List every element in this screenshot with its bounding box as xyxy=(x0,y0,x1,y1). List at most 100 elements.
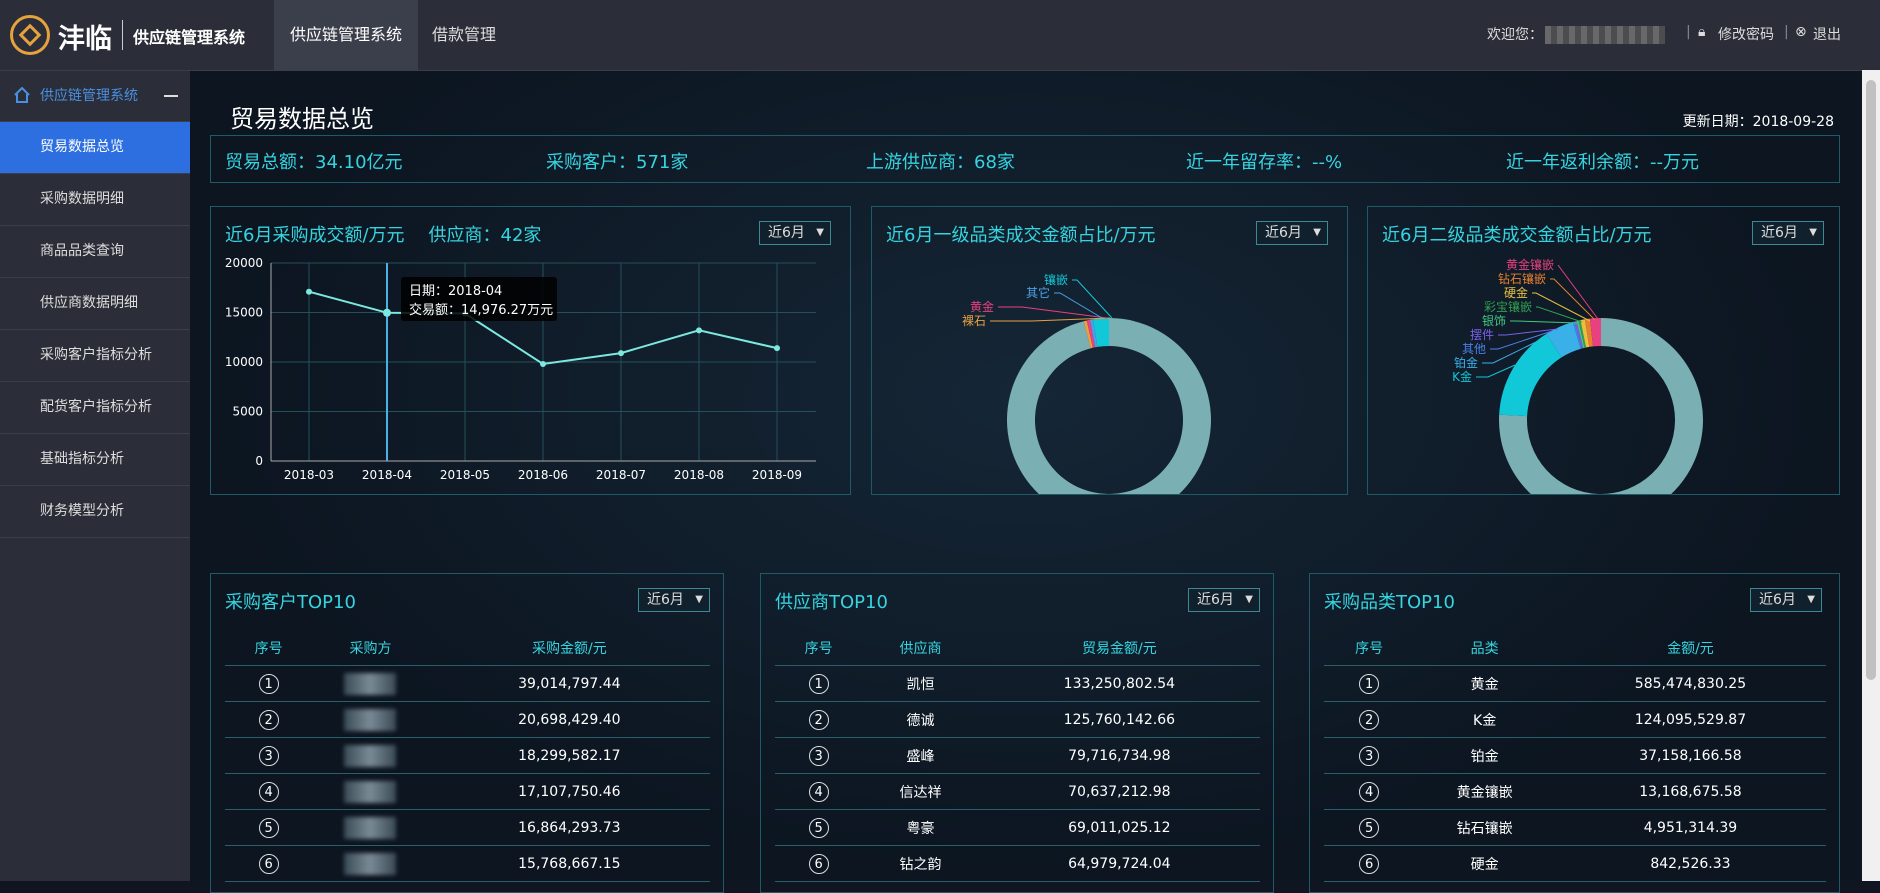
table-row[interactable]: 3 18,299,582.17 xyxy=(225,737,710,774)
table-cell: 5 xyxy=(1324,809,1415,846)
pie-label: 镶嵌 xyxy=(1044,272,1068,287)
table-cell: 2 xyxy=(225,701,313,738)
redacted-name xyxy=(344,816,397,839)
rank-badge: 4 xyxy=(258,781,279,802)
top-bar: 沣临 供应链管理系统 供应链管理系统 借款管理 欢迎您： | 🔒︎ 修改密码 |… xyxy=(0,0,1880,71)
sidebar-item-trade-overview[interactable]: 贸易数据总览 xyxy=(0,122,190,174)
table-header: 序号 xyxy=(225,630,313,666)
pie-leader-line xyxy=(1557,264,1599,320)
table-row[interactable]: 3 盛峰 79,716,734.98 xyxy=(775,737,1260,774)
table-cell: 17,107,750.46 xyxy=(428,773,710,810)
update-date: 更新日期：2018-09-28 xyxy=(1682,114,1834,130)
table-header: 采购方 xyxy=(312,630,429,666)
table-cell: 1 xyxy=(1324,665,1415,702)
table-cell xyxy=(312,773,429,810)
rank-badge: 3 xyxy=(258,745,279,766)
redacted-name xyxy=(344,780,397,803)
brand-name: 沣临 xyxy=(58,24,112,55)
logout-link[interactable]: 退出 xyxy=(1813,24,1841,44)
sidebar-item-purchase-detail[interactable]: 采购数据明细 xyxy=(0,174,190,226)
table-row[interactable]: 1 39,014,797.44 xyxy=(225,665,710,702)
table-row[interactable]: 4 信达祥 70,637,212.98 xyxy=(775,773,1260,810)
table-row[interactable]: 4 17,107,750.46 xyxy=(225,773,710,810)
table-header: 序号 xyxy=(1324,630,1415,666)
data-point xyxy=(774,345,780,352)
sidebar-item-category-query[interactable]: 商品品类查询 xyxy=(0,226,190,278)
x-tick-label: 2018-08 xyxy=(674,468,724,482)
table-cell: 64,979,724.04 xyxy=(978,845,1260,882)
table-header: 采购金额/元 xyxy=(428,630,710,666)
table-row[interactable]: 2 K金 124,095,529.87 xyxy=(1324,701,1826,738)
customer-top10-title: 采购客户TOP10 xyxy=(225,592,356,613)
table-cell: 79,716,734.98 xyxy=(978,737,1260,774)
pie-label: 其他 xyxy=(1462,342,1486,356)
pie-label: 铂金 xyxy=(1454,355,1478,370)
line-chart: 0 5000 10000 15000 20000 2018-03 2018-04 2018-0… xyxy=(225,256,816,482)
redacted-name xyxy=(344,744,397,767)
divider: | xyxy=(1686,24,1691,40)
nav-supply-chain[interactable]: 供应链管理系统 xyxy=(274,0,419,70)
line-chart-panel: 近6月采购成交额/万元供应商：42家 近6月 05000100001500020… xyxy=(210,206,851,495)
table-cell: 39,014,797.44 xyxy=(428,665,710,702)
table-cell: 6 xyxy=(775,845,863,882)
scrollbar-thumb[interactable] xyxy=(1866,80,1876,680)
table-row[interactable]: 6 钻之韵 64,979,724.04 xyxy=(775,845,1260,882)
divider: | xyxy=(1784,24,1789,40)
pie-leader-line xyxy=(1536,306,1583,323)
table-cell: 盛峰 xyxy=(862,737,979,774)
data-point xyxy=(306,288,312,295)
sidebar-group-label: 供应链管理系统 xyxy=(40,88,138,104)
data-point xyxy=(618,350,624,357)
kpi-trade-total: 贸易总额：34.10亿元 xyxy=(225,152,403,173)
nav-loan[interactable]: 借款管理 xyxy=(416,0,512,70)
sidebar-group[interactable]: 供应链管理系统 xyxy=(0,71,190,122)
table-row[interactable]: 3 铂金 37,158,166.58 xyxy=(1324,737,1826,774)
table-row[interactable]: 6 15,768,667.15 xyxy=(225,845,710,882)
kpi-retention: 近一年留存率：--% xyxy=(1186,152,1343,173)
table-cell xyxy=(312,809,429,846)
sidebar-item-basic-analysis[interactable]: 基础指标分析 xyxy=(0,434,190,486)
table-row[interactable]: 6 硬金 842,526.33 xyxy=(1324,845,1826,882)
table-row[interactable]: 1 黄金 585,474,830.25 xyxy=(1324,665,1826,702)
redacted-name xyxy=(344,672,397,695)
rank-badge: 6 xyxy=(808,853,829,874)
username-redacted xyxy=(1545,26,1665,44)
sidebar-item-finance-model[interactable]: 财务模型分析 xyxy=(0,486,190,538)
table-cell: 钻之韵 xyxy=(862,845,979,882)
collapse-icon[interactable] xyxy=(164,95,178,97)
tooltip-date: 日期：2018-04 xyxy=(409,284,502,299)
table-cell: 4 xyxy=(1324,773,1415,810)
customer-period-select[interactable]: 近6月 xyxy=(638,588,710,612)
pie1-panel: 近6月一级品类成交金额占比/万元 近6月 素金裸石黄金其它镶嵌 xyxy=(871,206,1348,495)
welcome-text: 欢迎您： xyxy=(1487,27,1543,43)
kpi-bar: 贸易总额：34.10亿元 采购客户：571家 上游供应商：68家 近一年留存率：… xyxy=(210,135,1840,183)
table-row[interactable]: 4 黄金镶嵌 13,168,675.58 xyxy=(1324,773,1826,810)
category-period-select[interactable]: 近6月 xyxy=(1750,588,1822,612)
rank-badge: 1 xyxy=(1359,673,1380,694)
table-row[interactable]: 5 钻石镶嵌 4,951,314.39 xyxy=(1324,809,1826,846)
change-password-link[interactable]: 修改密码 xyxy=(1718,24,1774,44)
scrollbar[interactable] xyxy=(1862,70,1880,881)
pie-slice xyxy=(1499,333,1562,417)
supplier-period-select[interactable]: 近6月 xyxy=(1188,588,1260,612)
main-content: 贸易数据总览 更新日期：2018-09-28 贸易总额：34.10亿元 采购客户… xyxy=(190,71,1860,893)
table-cell: 4 xyxy=(225,773,313,810)
sidebar-item-supplier-detail[interactable]: 供应商数据明细 xyxy=(0,278,190,330)
table-row[interactable]: 2 德诚 125,760,142.66 xyxy=(775,701,1260,738)
table-header: 供应商 xyxy=(862,630,979,666)
table-row[interactable]: 5 16,864,293.73 xyxy=(225,809,710,846)
sidebar-item-distribution-analysis[interactable]: 配货客户指标分析 xyxy=(0,382,190,434)
table-cell: 信达祥 xyxy=(862,773,979,810)
sidebar-item-customer-analysis[interactable]: 采购客户指标分析 xyxy=(0,330,190,382)
table-cell: 6 xyxy=(1324,845,1415,882)
pie-label: 硬金 xyxy=(1504,285,1528,300)
table-row[interactable]: 1 凯恒 133,250,802.54 xyxy=(775,665,1260,702)
pie-label: 裸石 xyxy=(962,313,986,328)
y-tick-label: 0 xyxy=(255,454,263,468)
kpi-rebate: 近一年返利余额：--万元 xyxy=(1506,152,1699,173)
table-row[interactable]: 5 粤豪 69,011,025.12 xyxy=(775,809,1260,846)
table-cell: 133,250,802.54 xyxy=(978,665,1260,702)
table-row[interactable]: 2 20,698,429.40 xyxy=(225,701,710,738)
table-header: 金额/元 xyxy=(1554,630,1826,666)
category-top10-panel: 采购品类TOP10 近6月 序号品类金额/元1黄金585,474,830.252… xyxy=(1309,573,1840,893)
